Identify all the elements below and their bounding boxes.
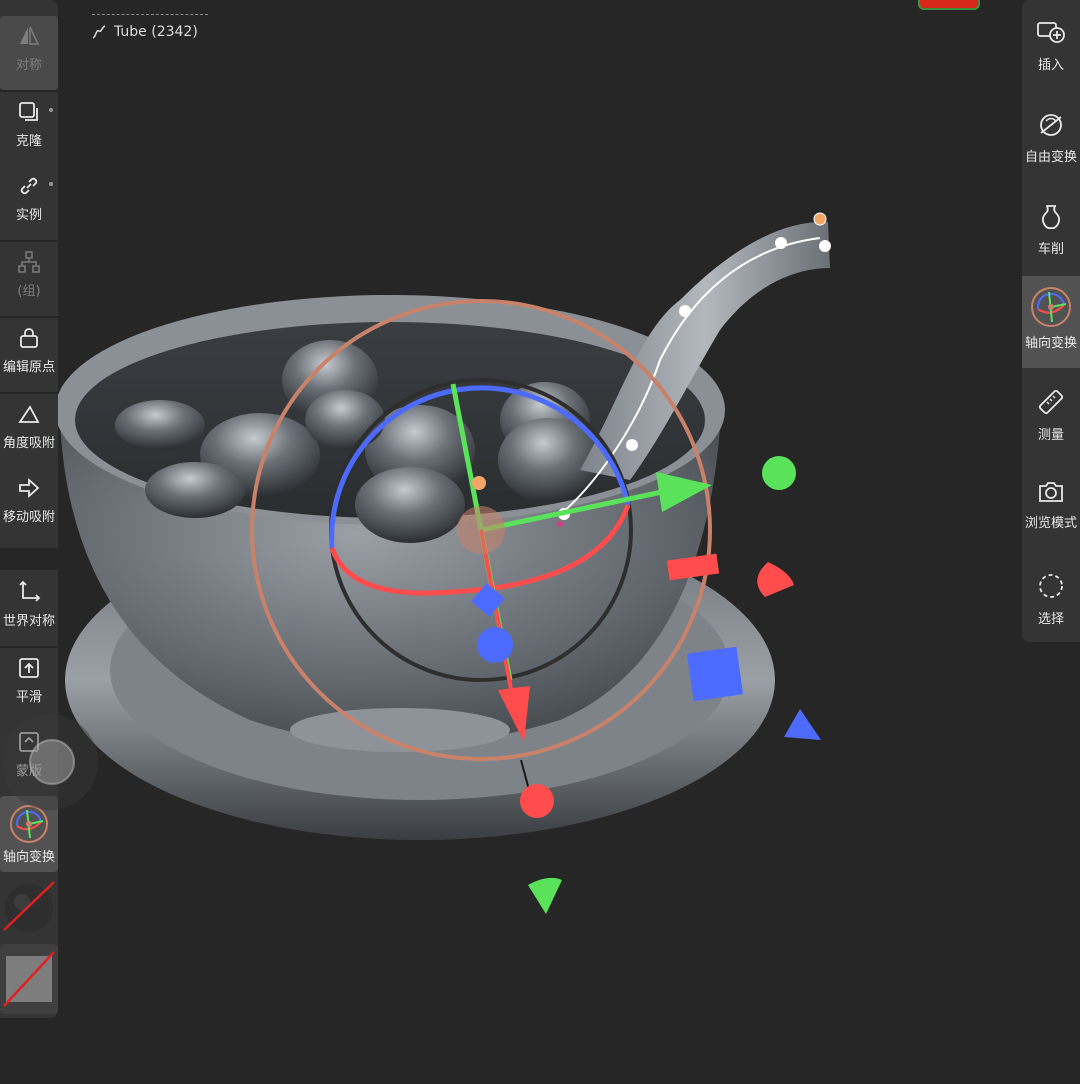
- tool-browse-mode[interactable]: 浏览模式: [1022, 460, 1080, 552]
- handle-green-cone: [528, 877, 562, 914]
- move-handle-blue: [477, 627, 513, 663]
- tool-axis-transform[interactable]: 轴向变换: [1022, 276, 1080, 368]
- scene-render[interactable]: [0, 0, 1080, 1080]
- tool-label: 实例: [15, 208, 42, 223]
- dashed-circle-icon: [1037, 572, 1065, 600]
- tool-label: 编辑原点: [2, 360, 55, 375]
- tool-symmetry[interactable]: 对称: [0, 16, 58, 90]
- tool-label: 自由变换: [1024, 150, 1077, 165]
- tool-instance[interactable]: 实例: [0, 166, 58, 240]
- 3d-viewport[interactable]: [0, 0, 1080, 1080]
- angle-icon: [17, 402, 41, 426]
- tool-edit-origin[interactable]: 编辑原点: [0, 318, 58, 392]
- divider: [0, 548, 58, 570]
- smooth-icon: [17, 656, 41, 680]
- tool-label: 轴向变换: [1024, 336, 1077, 351]
- tool-measure[interactable]: 测量: [1022, 368, 1080, 460]
- navigation-joystick[interactable]: [0, 712, 100, 812]
- tool-world-symmetry[interactable]: 世界对称: [0, 572, 58, 646]
- tool-label: (组): [17, 284, 41, 299]
- tool-label: 移动吸附: [2, 510, 55, 525]
- link-icon: [17, 174, 41, 198]
- tool-label: 测量: [1037, 428, 1064, 443]
- handle-blue-square: [686, 646, 744, 702]
- tool-label: 浏览模式: [1024, 516, 1077, 531]
- tool-label: 轴向变换: [2, 850, 55, 865]
- color-swatch[interactable]: [0, 944, 58, 1014]
- gizmo-icon: [1029, 286, 1073, 328]
- tool-select[interactable]: 选择: [1022, 552, 1080, 644]
- symmetry-icon: [17, 24, 41, 48]
- selected-object-label[interactable]: Tube (2342): [92, 24, 198, 40]
- gizmo-orange-point: [472, 476, 486, 490]
- tool-smooth[interactable]: 平滑: [0, 648, 58, 722]
- gizmo-center: [457, 506, 505, 554]
- free-transform-icon: [1038, 112, 1064, 138]
- tool-insert[interactable]: 插入: [1022, 0, 1080, 92]
- tool-angle-snap[interactable]: 角度吸附: [0, 394, 58, 468]
- handle-green-circle: [762, 456, 796, 490]
- lathe-vase-icon: [1039, 204, 1063, 230]
- handle-red-circle: [520, 784, 554, 818]
- tool-label: 平滑: [15, 690, 42, 705]
- tool-clone[interactable]: 克隆: [0, 92, 58, 166]
- right-toolbar: 插入 自由变换 车削 轴向变换 测量 浏览模式 选择: [1022, 0, 1080, 642]
- tool-label: 克隆: [15, 134, 42, 149]
- top-color-tab[interactable]: [918, 0, 980, 10]
- tool-label: 车削: [1037, 242, 1064, 257]
- left-toolbar: 对称 克隆 实例 (组) 编辑原点 角度吸附 移动吸附 世界对称 平滑 蒙版 轴…: [0, 0, 58, 1018]
- material-swatch[interactable]: [0, 874, 58, 946]
- tool-free-transform[interactable]: 自由变换: [1022, 92, 1080, 184]
- scene-list-divider: [92, 14, 208, 15]
- arrow-right-icon: [17, 476, 41, 500]
- tool-move-snap[interactable]: 移动吸附: [0, 468, 58, 542]
- clone-icon: [17, 100, 41, 124]
- tool-label: 角度吸附: [2, 436, 55, 451]
- ruler-icon: [1037, 388, 1065, 416]
- curve-icon: [92, 25, 106, 39]
- axes-icon: [17, 580, 41, 604]
- submenu-dot: [49, 182, 53, 186]
- tool-label: 对称: [15, 58, 42, 73]
- submenu-dot: [49, 108, 53, 112]
- camera-icon: [1037, 480, 1065, 504]
- insert-icon: [1036, 20, 1066, 46]
- tool-group[interactable]: (组): [0, 242, 58, 316]
- lock-icon: [17, 326, 41, 350]
- tool-lathe[interactable]: 车削: [1022, 184, 1080, 276]
- tool-label: 选择: [1037, 612, 1064, 627]
- tool-label: 世界对称: [2, 614, 55, 629]
- handle-blue-cone: [784, 709, 821, 740]
- group-icon: [17, 250, 41, 274]
- handle-red-cone: [757, 562, 794, 597]
- tool-label: 插入: [1037, 58, 1064, 73]
- object-name: Tube (2342): [114, 24, 198, 40]
